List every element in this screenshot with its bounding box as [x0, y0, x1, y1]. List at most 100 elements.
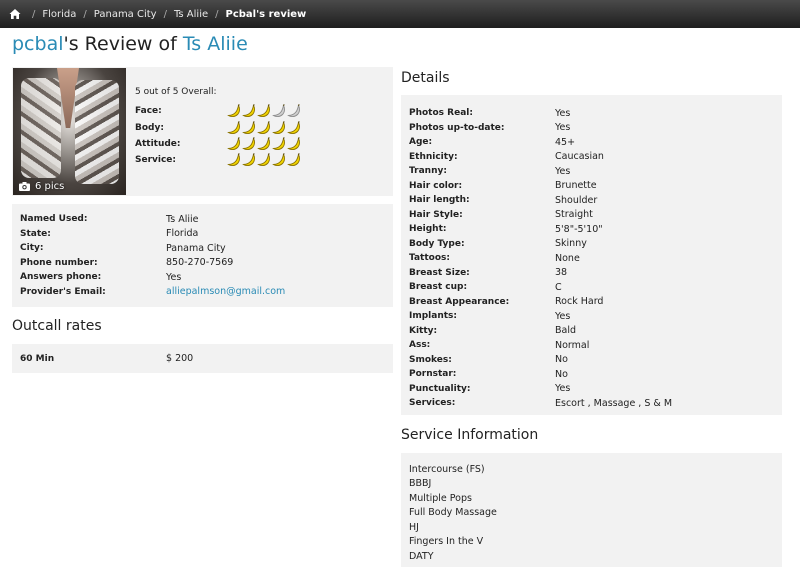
banana-empty-icon — [287, 104, 300, 118]
detail-label: Hair color: — [409, 180, 463, 191]
service-item: Multiple Pops — [409, 492, 472, 504]
photo-count[interactable]: 6 pics — [19, 181, 64, 192]
service-item: DATY — [409, 550, 434, 562]
rating-row: Service: — [135, 153, 302, 167]
detail-row: Punctuality: Yes — [409, 382, 782, 397]
detail-row: Photos Real: Yes — [409, 106, 782, 121]
info-row: State: Florida — [20, 227, 393, 242]
info-row: Named Used: Ts Aliie — [20, 212, 393, 227]
banana-icon — [227, 121, 240, 135]
rating-bananas — [227, 121, 302, 135]
detail-label: Ass: — [409, 340, 431, 351]
detail-value: Bald — [555, 325, 577, 337]
detail-row: Ethnicity: Caucasian — [409, 150, 782, 165]
info-label: Answers phone: — [20, 272, 102, 283]
detail-label: Smokes: — [409, 354, 452, 365]
details-title: Details — [401, 70, 450, 86]
detail-label: Kitty: — [409, 325, 438, 336]
detail-row: Services: Escort , Massage , S & M — [409, 396, 782, 411]
detail-value: Yes — [555, 107, 571, 119]
banana-icon — [227, 137, 240, 151]
breadcrumb-provider[interactable]: Ts Aliie — [174, 9, 208, 20]
detail-value: 38 — [555, 267, 568, 279]
review-summary: 6 pics 5 out of 5 Overall: Face: Body: Att… — [12, 67, 393, 196]
info-value: 850-270-7569 — [166, 257, 234, 269]
title-middle: 's Review of — [63, 33, 183, 55]
rate-price: $ 200 — [166, 353, 194, 364]
detail-label: Ethnicity: — [409, 151, 458, 162]
detail-label: Breast Size: — [409, 267, 470, 278]
detail-label: Breast Appearance: — [409, 296, 510, 307]
detail-value: 45+ — [555, 136, 576, 148]
breadcrumb-florida[interactable]: Florida — [42, 9, 76, 20]
detail-row: Smokes: No — [409, 353, 782, 368]
detail-row: Tattoos: None — [409, 251, 782, 266]
info-label: City: — [20, 243, 44, 254]
banana-icon — [227, 153, 240, 167]
service-item: BBBJ — [409, 478, 432, 490]
info-label: Provider's Email: — [20, 286, 106, 297]
banana-icon — [242, 121, 255, 135]
details-panel: Photos Real: Yes Photos up-to-date: Yes Age:… — [401, 95, 782, 415]
detail-label: Breast cup: — [409, 282, 468, 293]
detail-label: Height: — [409, 224, 447, 235]
page-title: pcbal's Review of Ts Aliie — [12, 33, 248, 55]
detail-label: Tranny: — [409, 166, 447, 177]
email-link[interactable]: alliepalmson@gmail.com — [166, 286, 285, 297]
detail-label: Tattoos: — [409, 253, 450, 264]
detail-row: Hair Style: Straight — [409, 208, 782, 223]
service-item: Fingers In the V — [409, 536, 484, 548]
info-row: Answers phone: Yes — [20, 270, 393, 285]
banana-icon — [227, 104, 240, 118]
banana-icon — [257, 121, 270, 135]
info-value: Ts Aliie — [166, 213, 199, 225]
detail-row: Kitty: Bald — [409, 324, 782, 339]
detail-label: Age: — [409, 137, 433, 148]
detail-value: Normal — [555, 339, 590, 351]
service-item: HJ — [409, 521, 419, 533]
provider-info: Named Used: Ts Aliie State: Florida City… — [12, 204, 393, 307]
info-label: State: — [20, 228, 51, 239]
info-value: Panama City — [166, 242, 226, 254]
detail-label: Pornstar: — [409, 369, 457, 380]
detail-value: Escort , Massage , S & M — [555, 397, 673, 409]
breadcrumb-separator: / — [163, 8, 167, 20]
provider-link[interactable]: Ts Aliie — [183, 33, 248, 55]
detail-row: Height: 5'8"-5'10" — [409, 222, 782, 237]
home-icon[interactable] — [9, 8, 21, 20]
service-item: Full Body Massage — [409, 507, 497, 519]
detail-row: Pornstar: No — [409, 367, 782, 382]
photo-count-label: 6 pics — [35, 181, 65, 192]
banana-icon — [287, 137, 300, 151]
detail-value: Yes — [555, 383, 571, 395]
breadcrumb-current: Pcbal's review — [225, 8, 307, 20]
detail-label: Implants: — [409, 311, 457, 322]
detail-value: Caucasian — [555, 151, 604, 163]
banana-icon — [287, 153, 300, 167]
detail-value: Rock Hard — [555, 296, 604, 308]
rating-label: Body: — [135, 123, 164, 133]
detail-row: Tranny: Yes — [409, 164, 782, 179]
detail-value: Yes — [555, 310, 571, 322]
banana-icon — [287, 121, 300, 135]
overall-rating: 5 out of 5 Overall: — [135, 87, 217, 97]
breadcrumb-panama-city[interactable]: Panama City — [94, 9, 157, 20]
banana-icon — [272, 153, 285, 167]
banana-icon — [272, 137, 285, 151]
info-label: Phone number: — [20, 257, 98, 268]
reviewer-link[interactable]: pcbal — [12, 33, 64, 55]
detail-label: Punctuality: — [409, 383, 471, 394]
detail-row: Age: 45+ — [409, 135, 782, 150]
camera-icon — [19, 182, 30, 191]
detail-value: Skinny — [555, 238, 587, 250]
info-row: Phone number: 850-270-7569 — [20, 256, 393, 271]
rating-label: Attitude: — [135, 139, 181, 149]
banana-empty-icon — [272, 104, 285, 118]
detail-row: Hair color: Brunette — [409, 179, 782, 194]
detail-value: No — [555, 368, 568, 380]
provider-photo[interactable]: 6 pics — [13, 68, 126, 195]
detail-value: Brunette — [555, 180, 597, 192]
info-row: Provider's Email: alliepalmson@gmail.com — [20, 285, 393, 300]
detail-value: Yes — [555, 122, 571, 134]
outcall-title: Outcall rates — [12, 318, 102, 334]
